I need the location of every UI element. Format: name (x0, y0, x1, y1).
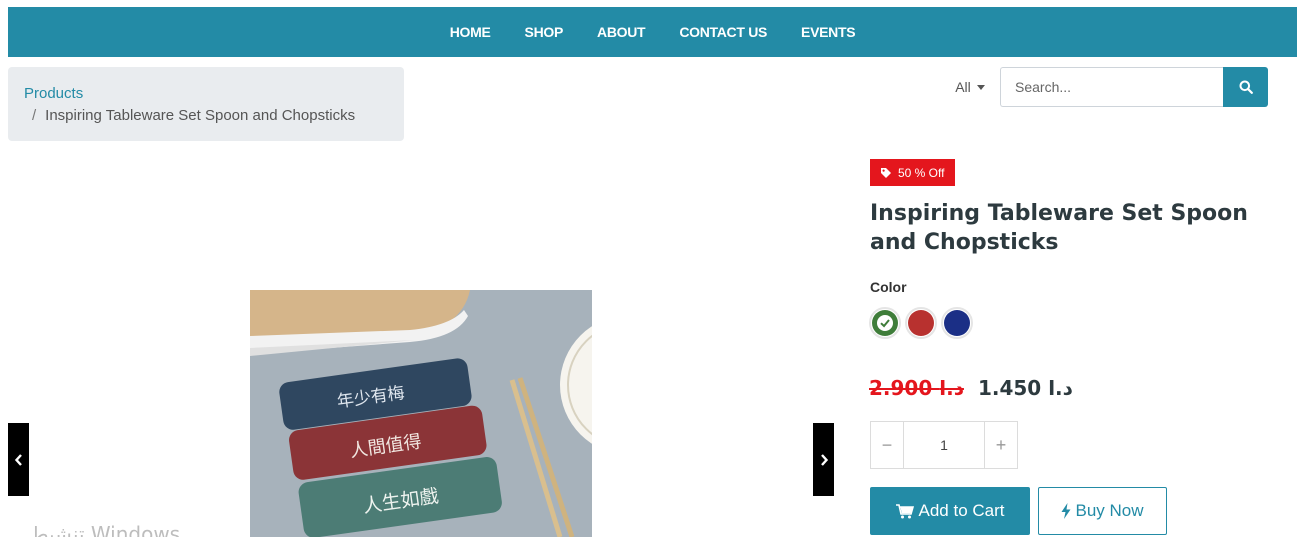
nav-events[interactable]: EVENTS (784, 7, 872, 57)
quantity-stepper: − 1 + (870, 421, 1018, 469)
color-swatches (869, 307, 973, 339)
breadcrumb: Products / Inspiring Tableware Set Spoon … (8, 67, 404, 141)
qty-value[interactable]: 1 (903, 422, 985, 468)
check-circle-icon (877, 315, 893, 331)
swatch-fill (872, 310, 898, 336)
swatch-fill (908, 310, 934, 336)
search-bar: All (940, 67, 1268, 107)
price-block: 2.900 د.ا 1.450 د.ا (869, 376, 1073, 400)
discount-badge: 50 % Off (870, 159, 956, 186)
nav-home[interactable]: HOME (433, 7, 508, 57)
search-button[interactable] (1223, 67, 1268, 107)
buy-now-label: Buy Now (1075, 501, 1144, 520)
search-icon (1239, 80, 1253, 94)
breadcrumb-current-label: Inspiring Tableware Set Spoon and Chopst… (45, 107, 356, 124)
color-swatch-blue[interactable] (941, 307, 973, 339)
product-title: Inspiring Tableware Set Spoon and Chopst… (870, 201, 1248, 255)
breadcrumb-products-link[interactable]: Products (24, 83, 388, 105)
search-category-label: All (955, 79, 971, 95)
buy-now-button[interactable]: Buy Now (1038, 487, 1167, 535)
swatch-fill (944, 310, 970, 336)
chevron-left-icon (14, 453, 22, 466)
qty-decrease-button[interactable]: − (871, 422, 903, 468)
cart-icon (895, 503, 914, 518)
tag-icon (881, 167, 891, 178)
discount-badge-label: 50 % Off (898, 165, 945, 180)
top-nav: HOME SHOP ABOUT CONTACT US EVENTS (8, 7, 1297, 57)
color-swatch-green[interactable] (869, 307, 901, 339)
search-input[interactable] (1000, 67, 1223, 107)
breadcrumb-separator: / (32, 107, 37, 124)
windows-activation-watermark: تنشيط Windows (30, 522, 181, 537)
nav-contact-us[interactable]: CONTACT US (662, 7, 784, 57)
color-label: Color (870, 279, 907, 295)
gallery-prev-button[interactable] (8, 423, 29, 496)
new-price: 1.450 د.ا (977, 376, 1073, 400)
breadcrumb-current: / Inspiring Tableware Set Spoon and Chops… (24, 105, 388, 127)
gallery-next-button[interactable] (813, 423, 834, 496)
old-price: 2.900 د.ا (869, 376, 964, 400)
chevron-right-icon (820, 453, 828, 466)
search-category-dropdown[interactable]: All (940, 67, 1000, 107)
qty-increase-button[interactable]: + (985, 422, 1017, 468)
product-photo: 年少有梅 人間值得 人生如戲 (250, 290, 592, 537)
add-to-cart-label: Add to Cart (918, 501, 1005, 520)
product-image: 年少有梅 人間值得 人生如戲 (250, 290, 592, 537)
add-to-cart-button[interactable]: Add to Cart (870, 487, 1030, 535)
nav-shop[interactable]: SHOP (508, 7, 580, 57)
caret-down-icon (976, 84, 985, 90)
color-swatch-red[interactable] (905, 307, 937, 339)
nav-about[interactable]: ABOUT (580, 7, 662, 57)
lightning-icon (1061, 503, 1071, 519)
